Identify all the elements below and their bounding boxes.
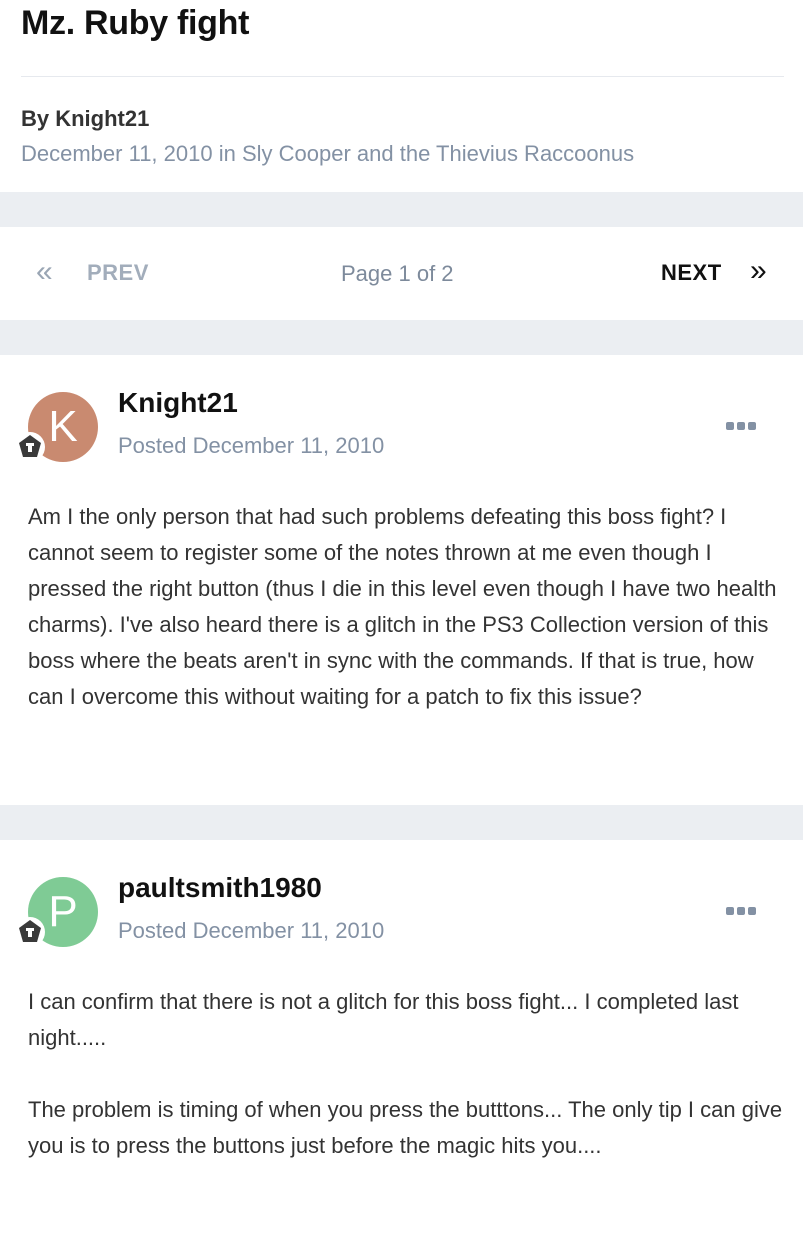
ellipsis-menu-icon[interactable] <box>726 419 758 433</box>
ellipsis-menu-icon[interactable] <box>726 904 758 918</box>
first-page-icon[interactable]: « <box>36 255 53 289</box>
topic-meta: December 11, 2010 in Sly Cooper and the … <box>21 141 634 167</box>
prev-button[interactable]: PREV <box>87 260 149 286</box>
topic-header: Mz. Ruby fight By Knight21 December 11, … <box>0 0 803 192</box>
divider <box>21 76 784 77</box>
topic-author[interactable]: By Knight21 <box>21 106 149 132</box>
post-date[interactable]: Posted December 11, 2010 <box>118 918 384 944</box>
next-button[interactable]: NEXT <box>661 260 722 286</box>
post-paragraph: The problem is timing of when you press … <box>28 1097 783 1158</box>
rank-badge-icon <box>15 432 45 462</box>
page-status[interactable]: Page 1 of 2 <box>341 261 454 287</box>
avatar-letter: K <box>48 402 78 451</box>
post-author[interactable]: paultsmith1980 <box>118 872 322 904</box>
post-author[interactable]: Knight21 <box>118 387 238 419</box>
last-page-icon[interactable]: » <box>750 254 767 288</box>
forum-link[interactable]: Sly Cooper and the Thievius Raccoonus <box>242 141 634 166</box>
rank-badge-icon <box>15 917 45 947</box>
post-date[interactable]: Posted December 11, 2010 <box>118 433 384 459</box>
avatar-letter: P <box>48 887 78 936</box>
pagination-bar: « PREV Page 1 of 2 NEXT » <box>0 227 803 320</box>
post-paragraph: Am I the only person that had such probl… <box>28 504 777 709</box>
post-content: I can confirm that there is not a glitch… <box>28 984 788 1164</box>
post: K Knight21 Posted December 11, 2010 Am I… <box>0 355 803 805</box>
topic-date: December 11, 2010 <box>21 141 213 166</box>
page-title: Mz. Ruby fight <box>21 4 250 42</box>
post-content: Am I the only person that had such probl… <box>28 499 788 715</box>
post-paragraph: I can confirm that there is not a glitch… <box>28 989 739 1050</box>
post: P paultsmith1980 Posted December 11, 201… <box>0 840 803 1240</box>
topic-in-text: in <box>212 141 242 166</box>
